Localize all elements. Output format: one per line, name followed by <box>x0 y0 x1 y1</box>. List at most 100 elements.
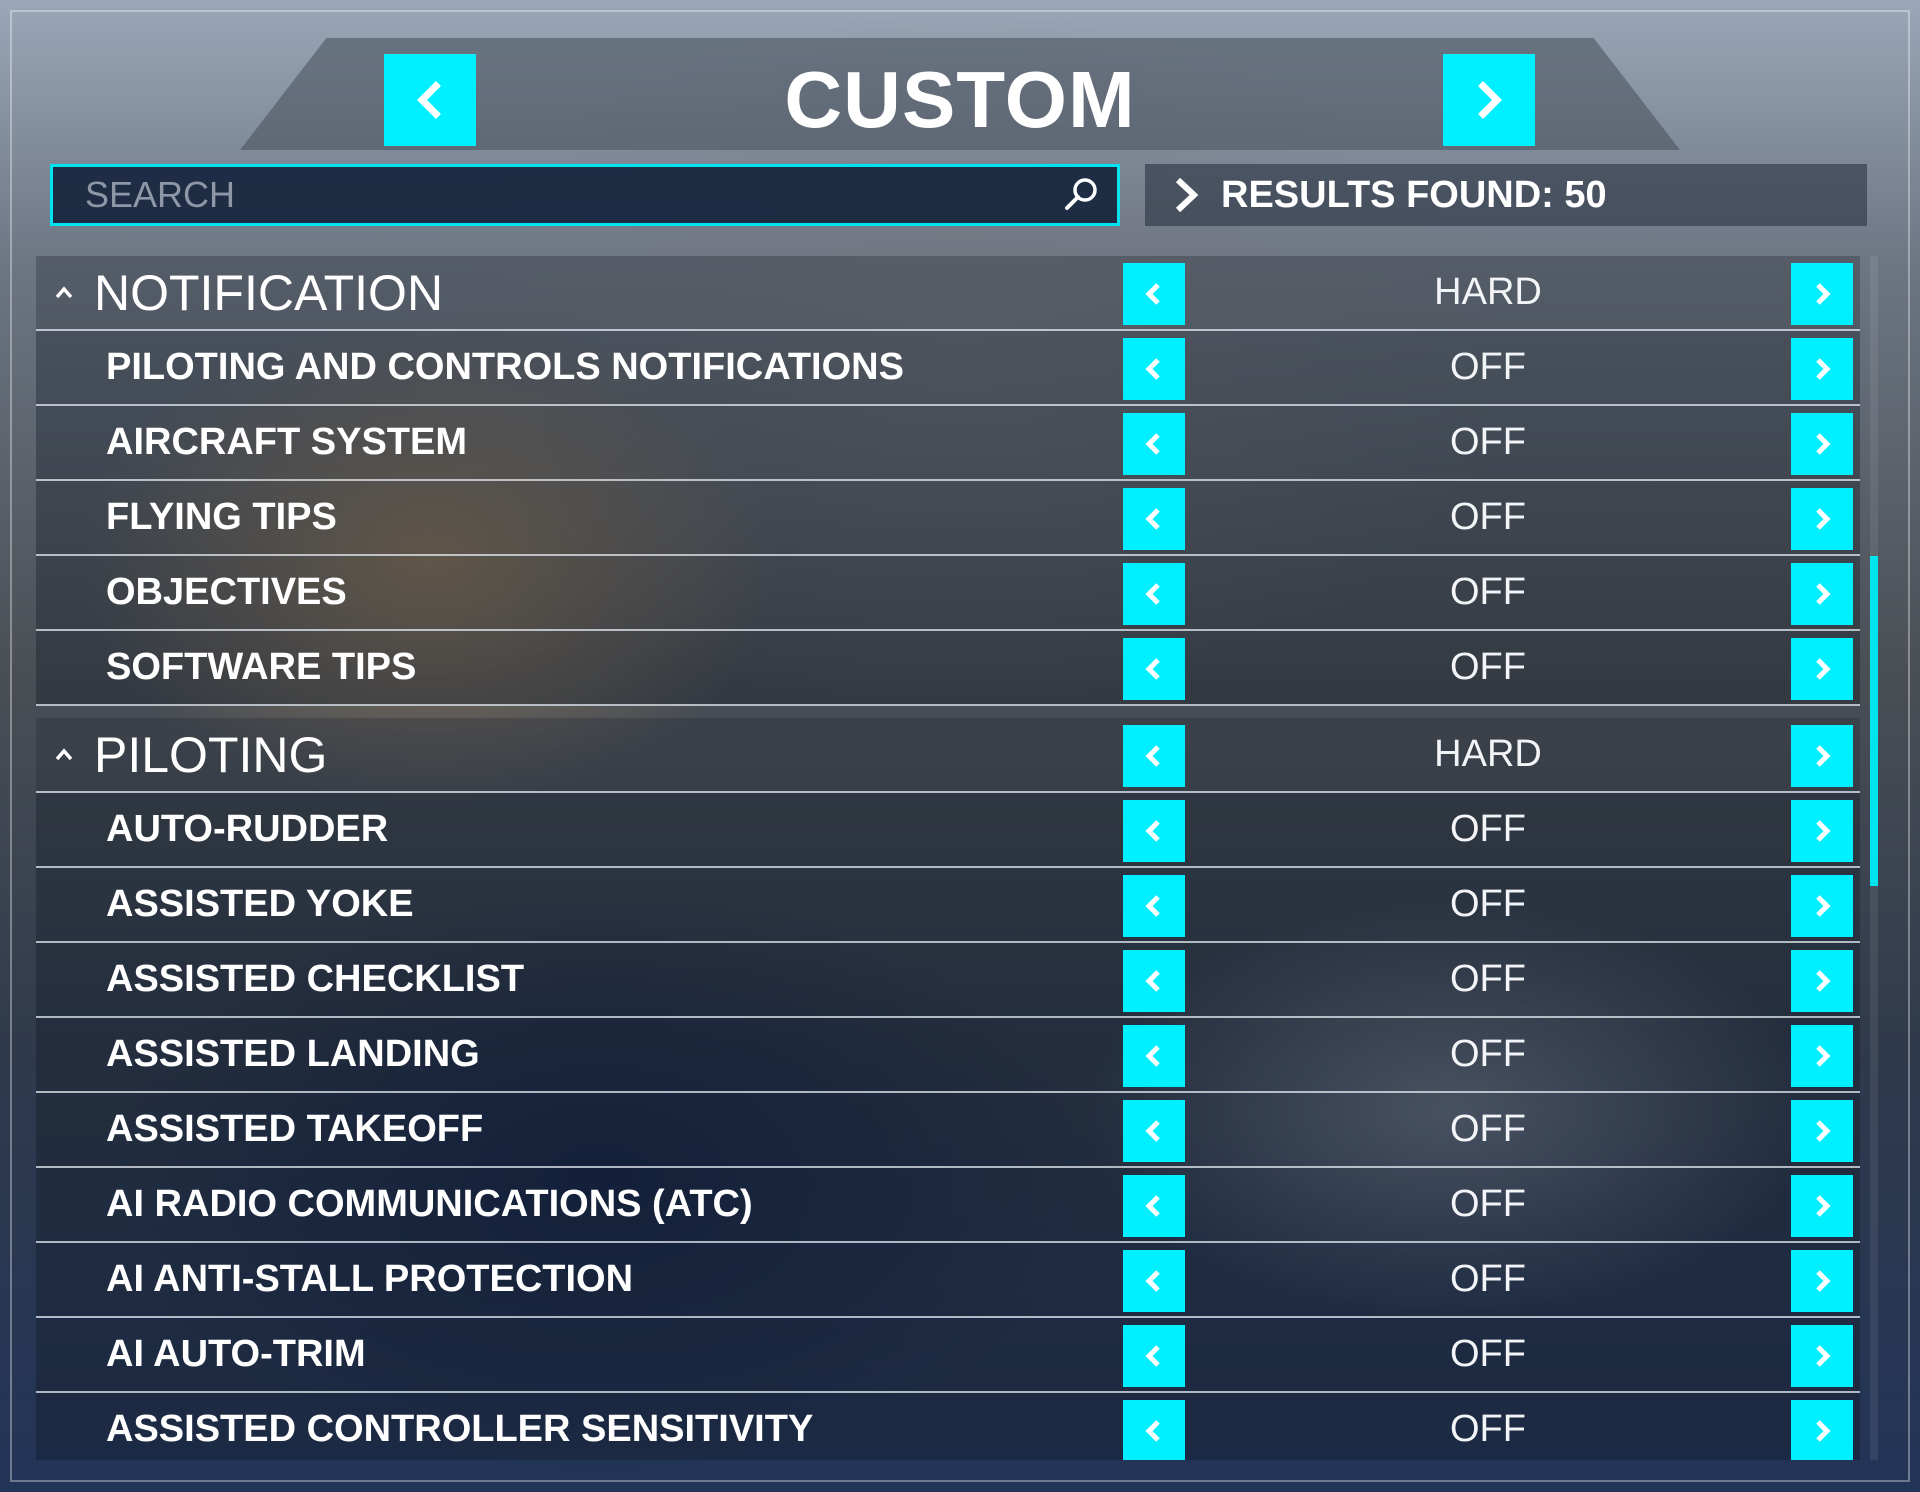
settings-list[interactable]: NOTIFICATION HARD PILOTING AND CONTROLS NO… <box>36 256 1860 1460</box>
increase-button[interactable] <box>1791 563 1853 625</box>
chevron-left-icon <box>1145 820 1160 842</box>
setting-label: ASSISTED CHECKLIST <box>106 958 525 1000</box>
setting-row[interactable]: PILOTING AND CONTROLS NOTIFICATIONS OFF <box>36 331 1860 406</box>
chevron-right-icon <box>1816 1420 1831 1442</box>
increase-button[interactable] <box>1791 413 1853 475</box>
chevron-left-icon <box>1145 1195 1160 1217</box>
chevron-right-icon <box>1478 81 1502 119</box>
chevron-right-icon <box>1816 583 1831 605</box>
increase-button[interactable] <box>1791 800 1853 862</box>
chevron-right-icon <box>1816 1270 1831 1292</box>
setting-value: OFF <box>1450 1333 1526 1375</box>
previous-preset-button[interactable] <box>384 54 476 146</box>
chevron-left-icon <box>1145 1420 1160 1442</box>
setting-value: OFF <box>1450 1108 1526 1150</box>
decrease-button[interactable] <box>1123 1100 1185 1162</box>
setting-row[interactable]: AI AUTO-TRIM OFF <box>36 1318 1860 1393</box>
chevron-right-icon <box>1816 1045 1831 1067</box>
increase-button[interactable] <box>1791 1175 1853 1237</box>
setting-value: OFF <box>1450 1408 1526 1450</box>
scrollbar-thumb[interactable] <box>1870 556 1878 886</box>
next-preset-button[interactable] <box>1443 54 1535 146</box>
decrease-button[interactable] <box>1123 563 1185 625</box>
increase-button[interactable] <box>1791 950 1853 1012</box>
setting-row[interactable]: ASSISTED CHECKLIST OFF <box>36 943 1860 1018</box>
search-input[interactable] <box>53 173 1053 217</box>
decrease-button[interactable] <box>1123 263 1185 325</box>
decrease-button[interactable] <box>1123 1325 1185 1387</box>
decrease-button[interactable] <box>1123 800 1185 862</box>
decrease-button[interactable] <box>1123 1400 1185 1460</box>
setting-row[interactable]: AI RADIO COMMUNICATIONS (ATC) OFF <box>36 1168 1860 1243</box>
chevron-right-icon <box>1816 1120 1831 1142</box>
setting-value: OFF <box>1450 1033 1526 1075</box>
chevron-right-icon <box>1816 970 1831 992</box>
decrease-button[interactable] <box>1123 638 1185 700</box>
increase-button[interactable] <box>1791 1100 1853 1162</box>
category-value: HARD <box>1434 271 1542 313</box>
decrease-button[interactable] <box>1123 488 1185 550</box>
chevron-right-icon <box>1816 358 1831 380</box>
setting-label: AI RADIO COMMUNICATIONS (ATC) <box>106 1183 753 1225</box>
category-title[interactable]: PILOTING <box>36 726 327 784</box>
setting-value: OFF <box>1450 958 1526 1000</box>
chevron-left-icon <box>417 81 441 119</box>
setting-row[interactable]: AUTO-RUDDER OFF <box>36 793 1860 868</box>
search-box <box>50 164 1120 226</box>
chevron-left-icon <box>1145 1270 1160 1292</box>
setting-row[interactable]: ASSISTED YOKE OFF <box>36 868 1860 943</box>
setting-value: OFF <box>1450 883 1526 925</box>
setting-row[interactable]: SOFTWARE TIPS OFF <box>36 631 1860 706</box>
category-title-text: NOTIFICATION <box>94 264 444 321</box>
chevron-left-icon <box>1145 433 1160 455</box>
setting-row[interactable]: OBJECTIVES OFF <box>36 556 1860 631</box>
setting-label: AI AUTO-TRIM <box>106 1333 366 1375</box>
decrease-button[interactable] <box>1123 1175 1185 1237</box>
increase-button[interactable] <box>1791 488 1853 550</box>
increase-button[interactable] <box>1791 1250 1853 1312</box>
results-count: RESULTS FOUND: 50 <box>1221 173 1607 216</box>
decrease-button[interactable] <box>1123 338 1185 400</box>
search-icon[interactable] <box>1053 167 1109 223</box>
increase-button[interactable] <box>1791 875 1853 937</box>
setting-value: OFF <box>1450 421 1526 463</box>
category-title[interactable]: NOTIFICATION <box>36 264 443 322</box>
increase-button[interactable] <box>1791 725 1853 787</box>
setting-row[interactable]: ASSISTED CONTROLLER SENSITIVITY OFF <box>36 1393 1860 1460</box>
setting-row[interactable]: AIRCRAFT SYSTEM OFF <box>36 406 1860 481</box>
setting-value: OFF <box>1450 646 1526 688</box>
setting-label: ASSISTED YOKE <box>106 883 414 925</box>
setting-label: AUTO-RUDDER <box>106 808 389 850</box>
decrease-button[interactable] <box>1123 1025 1185 1087</box>
decrease-button[interactable] <box>1123 950 1185 1012</box>
category-value: HARD <box>1434 733 1542 775</box>
increase-button[interactable] <box>1791 638 1853 700</box>
setting-row[interactable]: AI ANTI-STALL PROTECTION OFF <box>36 1243 1860 1318</box>
increase-button[interactable] <box>1791 1025 1853 1087</box>
chevron-left-icon <box>1145 970 1160 992</box>
chevron-right-icon <box>1816 508 1831 530</box>
chevron-right-icon <box>1816 820 1831 842</box>
setting-row[interactable]: ASSISTED TAKEOFF OFF <box>36 1093 1860 1168</box>
decrease-button[interactable] <box>1123 875 1185 937</box>
chevron-left-icon <box>1145 358 1160 380</box>
chevron-left-icon <box>1145 1345 1160 1367</box>
decrease-button[interactable] <box>1123 725 1185 787</box>
decrease-button[interactable] <box>1123 413 1185 475</box>
setting-label: ASSISTED LANDING <box>106 1033 480 1075</box>
decrease-button[interactable] <box>1123 1250 1185 1312</box>
increase-button[interactable] <box>1791 1325 1853 1387</box>
setting-value: OFF <box>1450 571 1526 613</box>
setting-row[interactable]: FLYING TIPS OFF <box>36 481 1860 556</box>
increase-button[interactable] <box>1791 1400 1853 1460</box>
chevron-up-icon <box>46 281 82 305</box>
increase-button[interactable] <box>1791 263 1853 325</box>
setting-value: OFF <box>1450 346 1526 388</box>
scrollbar[interactable] <box>1870 256 1878 1460</box>
category-row-notification[interactable]: NOTIFICATION HARD <box>36 256 1860 331</box>
chevron-right-icon <box>1816 745 1831 767</box>
category-row-piloting[interactable]: PILOTING HARD <box>36 718 1860 793</box>
setting-value: OFF <box>1450 808 1526 850</box>
setting-row[interactable]: ASSISTED LANDING OFF <box>36 1018 1860 1093</box>
increase-button[interactable] <box>1791 338 1853 400</box>
